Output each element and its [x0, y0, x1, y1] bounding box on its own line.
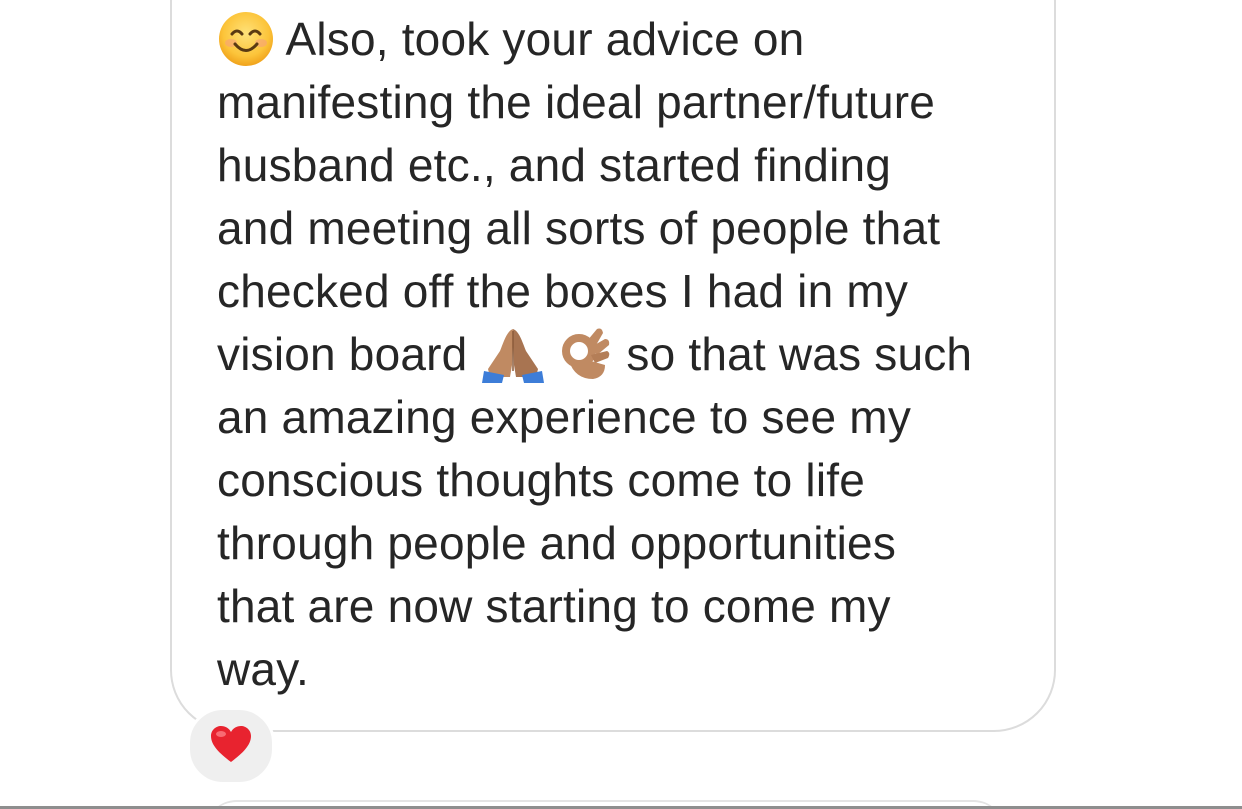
message-line: conscious thoughts come to life — [217, 454, 865, 506]
message-line: checked off the boxes I had in my — [217, 265, 909, 317]
message-line: manifesting the ideal partner/future — [217, 76, 936, 128]
message-line-text: Also, took your advice on — [285, 13, 805, 65]
smiling-face-emoji-icon — [217, 10, 275, 68]
red-heart-icon — [209, 724, 253, 769]
message-line: an amazing experience to see my — [217, 391, 912, 443]
folded-hands-emoji-icon — [480, 325, 546, 383]
message-text: Also, took your advice on manifesting th… — [217, 8, 1037, 701]
message-line: through people and opportunities — [217, 517, 897, 569]
message-line: husband etc., and started finding — [217, 139, 892, 191]
message-line: Also, took your advice on — [217, 8, 1037, 71]
message-line-text: vision board — [217, 328, 468, 380]
ok-hand-emoji-icon — [559, 325, 613, 383]
heart-reaction-badge[interactable] — [187, 707, 275, 785]
message-line: vision board so that was such — [217, 323, 1037, 386]
message-line: way. — [217, 643, 309, 695]
dm-thread-screen: Also, took your advice on manifesting th… — [0, 0, 1242, 809]
message-line: and meeting all sorts of people that — [217, 202, 941, 254]
message-line-text: so that was such — [626, 328, 973, 380]
message-line: that are now starting to come my — [217, 580, 891, 632]
